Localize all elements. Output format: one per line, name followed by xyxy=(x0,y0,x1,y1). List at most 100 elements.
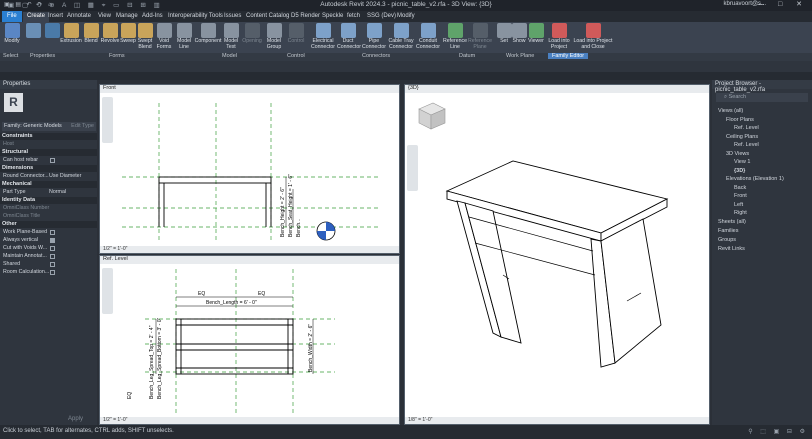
browser-tree-item[interactable]: Ref. Level xyxy=(734,125,759,131)
tab-file[interactable]: File xyxy=(2,11,22,22)
tab-interop[interactable]: Interoperability Tools xyxy=(164,12,227,22)
browser-tree-item[interactable]: View 1 xyxy=(734,159,750,165)
navigation-bar[interactable] xyxy=(407,145,418,191)
tab-content-catalog[interactable]: Content Catalog xyxy=(242,12,293,22)
viewer-button[interactable]: Viewer xyxy=(527,23,545,45)
prop-row[interactable]: Work Plane-Based xyxy=(0,229,97,236)
prop-row[interactable]: Can host rebar xyxy=(0,157,97,164)
browser-tree-item[interactable]: Right xyxy=(734,210,747,216)
opening-button[interactable]: Opening xyxy=(242,23,262,45)
show-button[interactable]: Show xyxy=(512,23,527,45)
prop-row[interactable]: Round Connector... Use Diameter xyxy=(0,173,97,180)
prop-row[interactable]: Room Calculation... xyxy=(0,269,97,276)
blend-button[interactable]: Blend xyxy=(83,23,99,45)
family-types-button[interactable] xyxy=(24,23,42,39)
browser-search-input[interactable]: ⌕ Search xyxy=(716,93,808,102)
panel-model: Model xyxy=(222,53,237,59)
family-category-button[interactable] xyxy=(44,23,60,39)
void-forms-button[interactable]: Void Forms xyxy=(156,23,172,50)
edit-type-button[interactable]: Edit Type xyxy=(71,123,94,129)
browser-tree-item[interactable]: Families xyxy=(718,228,738,234)
window-controls[interactable]: — □ ✕ xyxy=(757,0,808,8)
model-text-button[interactable]: Model Text xyxy=(224,23,239,50)
component-button[interactable]: Component xyxy=(193,23,223,45)
prop-section[interactable]: Dimensions xyxy=(0,165,97,172)
extrusion-button[interactable]: Extrusion xyxy=(60,23,82,45)
model-group-button[interactable]: Model Group xyxy=(265,23,283,50)
set-button[interactable]: Set xyxy=(497,23,512,45)
prop-checkbox[interactable] xyxy=(50,246,55,251)
panel-datum: Datum xyxy=(459,53,476,59)
dim-eq-right: EQ xyxy=(258,291,265,297)
show-icon xyxy=(512,23,527,38)
browser-tree-item[interactable]: Left xyxy=(734,202,743,208)
scale-label[interactable]: 1/2" = 1'-0" xyxy=(103,417,127,423)
prop-section[interactable]: Other xyxy=(0,221,97,228)
scale-label[interactable]: 1/2" = 1'-0" xyxy=(103,246,127,252)
prop-checkbox[interactable] xyxy=(50,254,55,259)
prop-row[interactable]: Shared xyxy=(0,261,97,268)
prop-section[interactable]: Constraints xyxy=(0,133,97,140)
browser-tree-item[interactable]: Ceiling Plans xyxy=(726,134,758,140)
prop-row[interactable]: Always vertical xyxy=(0,237,97,244)
navigation-bar[interactable] xyxy=(102,268,113,314)
prop-value[interactable]: Use Diameter xyxy=(49,173,81,179)
viewport-plan[interactable]: Ref. Level EQ EQ Bench_Length = 6' - 0" … xyxy=(99,255,400,425)
prop-checkbox[interactable] xyxy=(50,262,55,267)
browser-tree-item[interactable]: Sheets (all) xyxy=(718,219,746,225)
prop-checkbox[interactable] xyxy=(50,270,55,275)
browser-tree-item[interactable]: 3D Views xyxy=(726,151,749,157)
tab-annotate[interactable]: Annotate xyxy=(63,12,95,22)
prop-checkbox[interactable] xyxy=(50,230,55,235)
prop-checkbox[interactable] xyxy=(50,158,55,163)
browser-tree-item[interactable]: {3D} xyxy=(734,168,745,174)
prop-row[interactable]: Host xyxy=(0,141,97,148)
browser-tree-item[interactable]: Front xyxy=(734,193,747,199)
prop-checkbox[interactable] xyxy=(50,238,55,243)
browser-tree-item[interactable]: Back xyxy=(734,185,746,191)
cable-tray-connector-button[interactable]: Cable Tray Connector xyxy=(388,23,414,50)
prop-row[interactable]: Cut with Voids W... xyxy=(0,245,97,252)
prop-section[interactable]: Mechanical xyxy=(0,181,97,188)
prop-row[interactable]: Maintain Annotat... xyxy=(0,253,97,260)
prop-row[interactable]: Part Type Normal xyxy=(0,189,97,196)
browser-tree-item[interactable]: Revit Links xyxy=(718,246,745,252)
selection-filter-icons[interactable]: ⚲ ⬚ ▣ ⊟ ⚙ xyxy=(748,428,808,435)
pipe-connector-button[interactable]: Pipe Connector xyxy=(362,23,386,50)
viewport-3d[interactable]: {3D} 1/8" = 1'-0" xyxy=(404,84,710,425)
tab-modify[interactable]: Modify xyxy=(393,12,419,22)
tab-addins[interactable]: Add-Ins xyxy=(138,12,167,22)
viewcube-icon[interactable] xyxy=(418,102,446,130)
scale-label[interactable]: 1/8" = 1'-0" xyxy=(408,417,432,423)
prop-section[interactable]: Structural xyxy=(0,149,97,156)
swept-blend-button[interactable]: Swept Blend xyxy=(137,23,153,50)
browser-tree-item[interactable]: Views (all) xyxy=(718,108,743,114)
sweep-button[interactable]: Sweep xyxy=(120,23,136,45)
model-line-button[interactable]: Model Line xyxy=(177,23,192,50)
prop-section[interactable]: Identity Data xyxy=(0,197,97,204)
reference-line-button[interactable]: Reference Line xyxy=(443,23,467,50)
control-button[interactable]: Control xyxy=(286,23,306,45)
browser-tree-item[interactable]: Groups xyxy=(718,237,736,243)
browser-tree-item[interactable]: Ref. Level xyxy=(734,142,759,148)
browser-tree-item[interactable]: Floor Plans xyxy=(726,117,754,123)
apply-button[interactable]: Apply xyxy=(68,416,83,422)
prop-row[interactable]: OmniClass Number xyxy=(0,205,97,212)
family-selector[interactable]: Family: Generic Models Edit Type xyxy=(2,122,96,131)
modify-button[interactable]: Modify xyxy=(2,23,22,45)
duct-connector-button[interactable]: Duct Connector xyxy=(337,23,361,50)
view-toolbar-icons[interactable]: ▣ ▢ ⟲ ⊕ A ◫ ▦ ⌖ ▭ ⊟ ⊞ ▥ xyxy=(8,1,163,10)
revolve-button[interactable]: Revolve xyxy=(100,23,120,45)
viewport-front[interactable]: Front Bench_Height = 2' - 6" Bench_Seat_… xyxy=(99,84,400,254)
navigation-bar[interactable] xyxy=(102,97,113,143)
prop-value[interactable]: Normal xyxy=(49,189,66,195)
load-into-project-button[interactable]: Load into Project xyxy=(548,23,570,50)
panel-select[interactable]: Select xyxy=(3,53,18,59)
prop-row[interactable]: OmniClass Title xyxy=(0,213,97,220)
tab-fetch[interactable]: fetch xyxy=(343,12,364,22)
browser-tree-item[interactable]: Elevations (Elevation 1) xyxy=(726,176,784,182)
reference-plane-button[interactable]: Reference Plane xyxy=(468,23,492,50)
conduit-connector-button[interactable]: Conduit Connector xyxy=(415,23,441,50)
electrical-connector-button[interactable]: Electrical Connector xyxy=(310,23,336,50)
load-into-project-close-button[interactable]: Load into Project and Close xyxy=(572,23,614,50)
